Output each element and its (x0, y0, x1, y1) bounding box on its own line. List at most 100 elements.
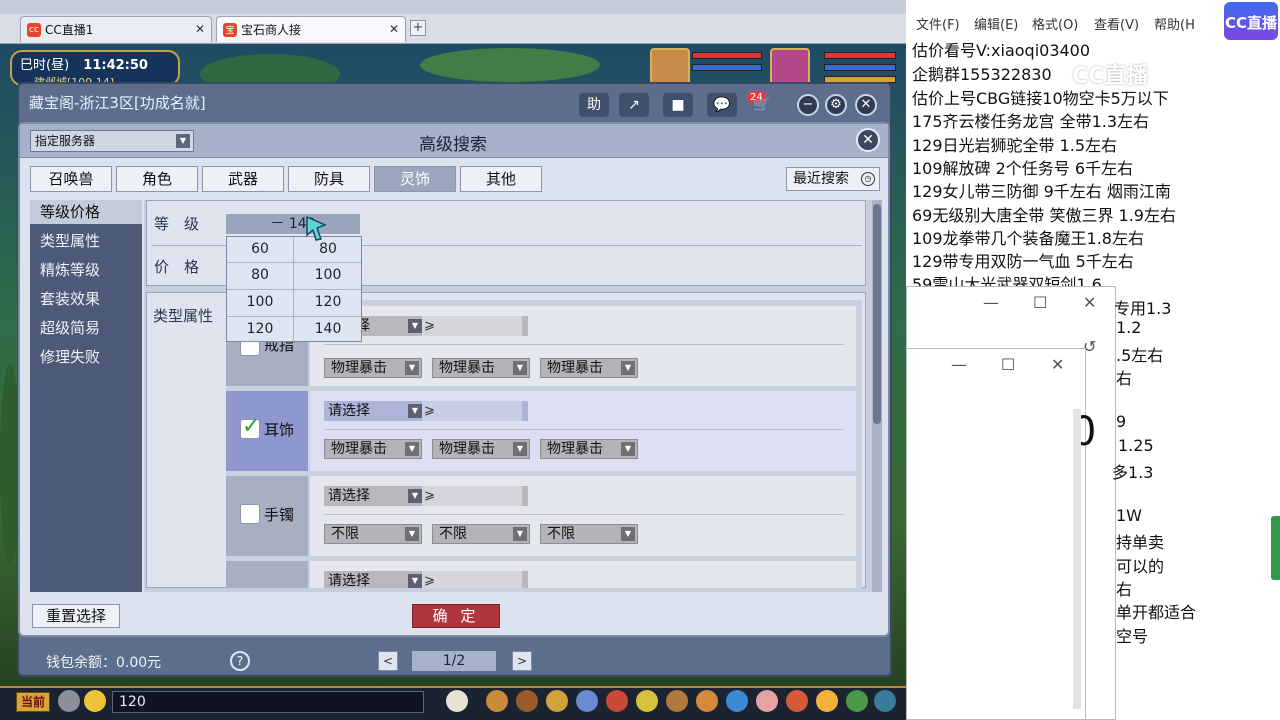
ring-attr-select-1[interactable]: 物理暴击 ▼ (324, 358, 422, 378)
toolbar-item-icon[interactable] (666, 690, 688, 712)
toolbar-item-icon[interactable] (696, 690, 718, 712)
tab-role[interactable]: 角色 (116, 166, 198, 192)
player-mp-bar (824, 64, 896, 71)
server-select[interactable]: 指定服务器 ▼ (30, 130, 194, 152)
tab-cc-live[interactable]: cc CC直播1 ✕ (20, 16, 212, 42)
level-range-dropdown: 60 80 80 100 100 120 120 140 (226, 236, 362, 342)
reset-button[interactable]: 重置选择 (32, 604, 120, 628)
toolbar-item-icon[interactable] (786, 690, 808, 712)
tab-gem-merchant[interactable]: 宝 宝石商人接 ✕ (216, 16, 406, 42)
level-range-input[interactable]: － 140 (226, 214, 360, 234)
side-widget-tab[interactable] (1271, 516, 1280, 580)
sidebar-item-repair-fail[interactable]: 修理失败 (30, 345, 142, 369)
bracelet-attr-select-1[interactable]: 不限 ▼ (324, 524, 422, 544)
tab-armor[interactable]: 防具 (288, 166, 370, 192)
toolbar-item-icon[interactable] (516, 690, 538, 712)
tab-accessory[interactable]: 灵饰 (374, 166, 456, 192)
earring-attr-select-3[interactable]: 物理暴击 ▼ (540, 439, 638, 459)
bracelet-attr-select-3[interactable]: 不限 ▼ (540, 524, 638, 544)
menu-view[interactable]: 查看(V) (1094, 14, 1139, 33)
confirm-button[interactable]: 确 定 (412, 604, 500, 628)
toolbar-item-icon[interactable] (486, 690, 508, 712)
stop-button[interactable]: ■ (663, 93, 693, 117)
emoji-icon[interactable] (84, 690, 106, 712)
pet-hp-bar (692, 52, 762, 59)
toolbar-item-icon[interactable] (816, 690, 838, 712)
accessory-rows: 戒指 请选择 ▼ ⩾ 物理暴击▼ 物理暴击▼ 物理暴击▼ ✓ 耳饰 请选择 ▼ … (226, 300, 862, 588)
sidebar-item-refine[interactable]: 精炼等级 (30, 258, 142, 282)
menu-format[interactable]: 格式(O) (1032, 14, 1078, 33)
toolbar-item-icon[interactable] (726, 690, 748, 712)
toolbar-item-icon[interactable] (756, 690, 778, 712)
bracelet-checkbox[interactable] (240, 504, 260, 524)
settings-gear-icon[interactable]: ⚙ (825, 94, 847, 116)
tab-close-icon[interactable]: ✕ (195, 22, 205, 36)
microphone-icon[interactable] (58, 690, 80, 712)
chat-input[interactable]: 120 (112, 691, 424, 713)
toolbar-item-icon[interactable] (874, 690, 896, 712)
minimize-icon[interactable]: — (951, 355, 967, 374)
level-option[interactable]: 60 (227, 237, 293, 261)
level-option[interactable]: 100 (295, 263, 361, 287)
help-icon[interactable]: ? (230, 651, 250, 671)
bracelet-type-select[interactable]: 请选择 ▼ ⩾ (324, 486, 528, 506)
maximize-icon[interactable]: ☐ (1001, 355, 1015, 374)
partial-type-select[interactable]: 请选择 ▼ ⩾ (324, 571, 528, 588)
level-option[interactable]: 140 (295, 317, 361, 341)
level-option[interactable]: 80 (227, 263, 293, 287)
level-option[interactable]: 120 (295, 290, 361, 314)
toolbar-item-icon[interactable] (846, 690, 868, 712)
next-page-button[interactable]: > (512, 651, 532, 671)
sidebar-item-set-effect[interactable]: 套装效果 (30, 287, 142, 311)
tab-pet[interactable]: 召唤兽 (30, 166, 112, 192)
share-button[interactable]: ↗ (619, 93, 649, 117)
notepad-line: 109解放碑 2个任务号 6千左右 (912, 159, 1134, 178)
toolbar-item-icon[interactable] (576, 690, 598, 712)
minimize-icon[interactable]: — (983, 293, 999, 312)
ring-attr-select-3[interactable]: 物理暴击 ▼ (540, 358, 638, 378)
close-icon[interactable]: ✕ (1083, 293, 1096, 312)
ring-attr-3-label: 物理暴击 (547, 360, 603, 376)
earring-attr-select-2[interactable]: 物理暴击 ▼ (432, 439, 530, 459)
toolbar-item-icon[interactable] (636, 690, 658, 712)
close-icon[interactable]: ✕ (1051, 355, 1064, 374)
notepad-line: 估价看号V:xiaoqi03400 (912, 41, 1091, 60)
level-option[interactable]: 100 (227, 290, 293, 314)
menu-edit[interactable]: 编辑(E) (974, 14, 1018, 33)
menu-help[interactable]: 帮助(H (1154, 14, 1195, 33)
toolbar-item-icon[interactable] (606, 690, 628, 712)
channel-now-button[interactable]: 当前 (16, 692, 50, 712)
sidebar-item-type-attr[interactable]: 类型属性 (30, 229, 142, 253)
content-scrollbar[interactable] (872, 200, 882, 592)
level-option[interactable]: 120 (227, 317, 293, 341)
chevron-down-icon: ▼ (621, 442, 635, 456)
prev-page-button[interactable]: < (378, 651, 398, 671)
dialog-close-button[interactable]: ✕ (856, 128, 880, 152)
earring-attr-select-1[interactable]: 物理暴击 ▼ (324, 439, 422, 459)
game-cursor-icon (306, 215, 327, 241)
tab-other[interactable]: 其他 (460, 166, 542, 192)
close-button[interactable]: ✕ (855, 94, 877, 116)
ring-attr-select-2[interactable]: 物理暴击 ▼ (432, 358, 530, 378)
overlay-scrollbar[interactable] (1073, 409, 1081, 709)
help-button[interactable]: 助 (579, 93, 609, 117)
menu-file[interactable]: 文件(F) (916, 14, 960, 33)
sidebar-item-level-price[interactable]: 等级价格 (30, 200, 142, 224)
bracelet-attr-2-label: 不限 (439, 526, 467, 542)
chat-bubble-icon[interactable]: 💬 (707, 93, 737, 117)
tab-close-icon[interactable]: ✕ (389, 22, 399, 36)
bracelet-attr-select-2[interactable]: 不限 ▼ (432, 524, 530, 544)
sidebar-item-super-simple[interactable]: 超级简易 (30, 316, 142, 340)
earring-checkbox[interactable]: ✓ (240, 414, 260, 439)
cart-icon[interactable]: 🛒 (747, 93, 777, 117)
minimize-button[interactable]: − (797, 94, 819, 116)
new-tab-button[interactable]: + (410, 20, 426, 36)
earring-type-select[interactable]: 请选择 ▼ ⩾ (324, 401, 528, 421)
toolbar-item-icon[interactable] (546, 690, 568, 712)
scrollbar-thumb[interactable] (873, 204, 881, 424)
recent-search-button[interactable]: 最近搜索 ◷ (786, 167, 880, 191)
pet-avatar-icon[interactable] (446, 690, 468, 712)
tab-weapon[interactable]: 武器 (202, 166, 284, 192)
maximize-icon[interactable]: ☐ (1033, 293, 1047, 312)
ring-attr-2-label: 物理暴击 (439, 360, 495, 376)
